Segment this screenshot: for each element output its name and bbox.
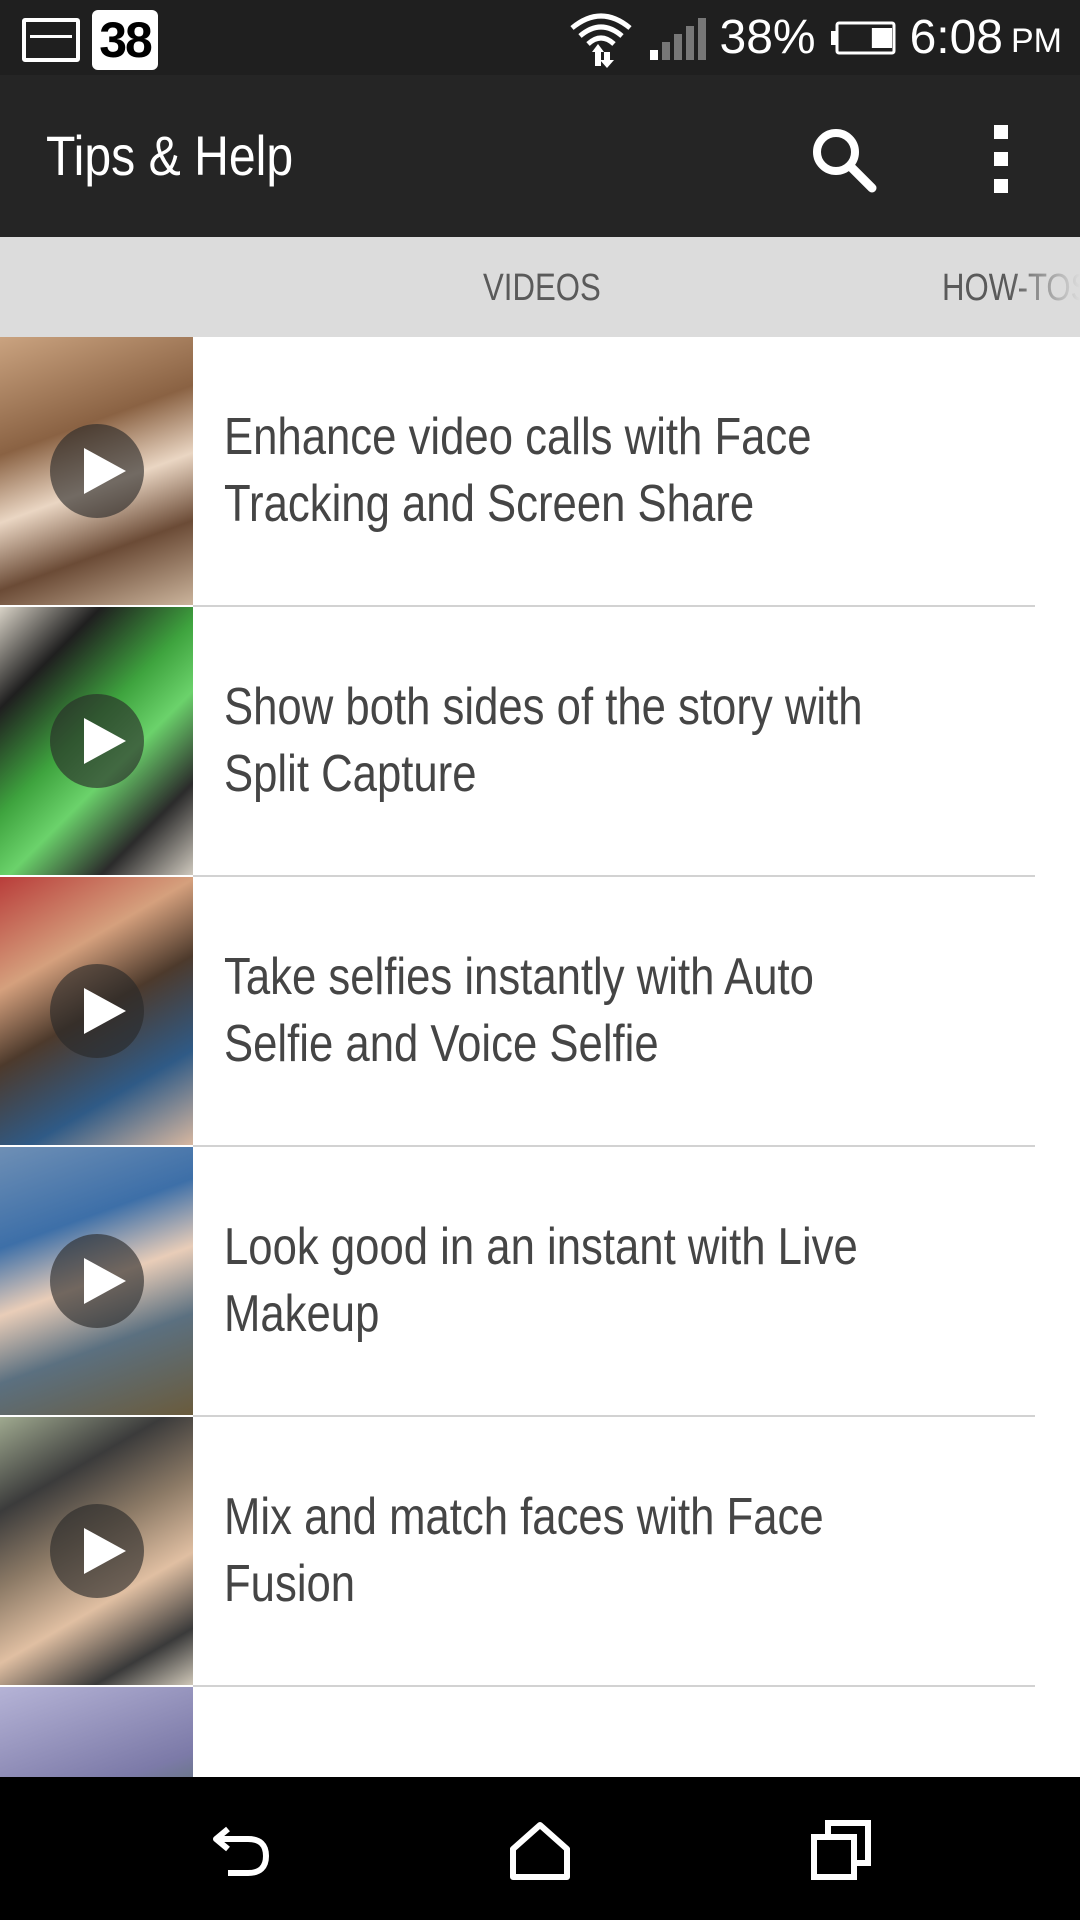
tab-fade xyxy=(1010,237,1080,337)
video-thumbnail xyxy=(0,1147,193,1415)
wifi-icon xyxy=(569,13,632,68)
video-thumbnail xyxy=(0,877,193,1145)
list-item[interactable]: Look good in an instant with Live Makeup xyxy=(0,1147,1080,1417)
play-icon xyxy=(50,964,144,1058)
video-title: Show both sides of the story with Split … xyxy=(224,678,863,803)
back-icon[interactable] xyxy=(206,1815,276,1885)
clock-ampm: PM xyxy=(1011,22,1062,60)
system-status: 38% 6:08 PM xyxy=(568,0,1062,75)
status-bar: 38 38% 6:08 PM xyxy=(0,0,1080,75)
search-icon[interactable] xyxy=(808,124,878,194)
video-list: Enhance video calls with Face Tracking a… xyxy=(0,337,1080,1777)
video-thumbnail xyxy=(0,1687,193,1777)
overflow-menu-icon[interactable] xyxy=(986,123,1016,195)
recents-icon[interactable] xyxy=(806,1815,876,1885)
home-icon[interactable] xyxy=(505,1815,575,1885)
clock: 6:08 xyxy=(909,11,1003,64)
signal-icon xyxy=(649,17,706,60)
navigation-bar xyxy=(0,1777,1080,1920)
video-title: Enhance video calls with Face Tracking a… xyxy=(224,408,812,533)
calendar-icon: 38 xyxy=(92,10,158,70)
notification-icons: 38 xyxy=(22,10,158,70)
play-icon xyxy=(50,1234,144,1328)
image-icon xyxy=(22,18,80,62)
action-bar: Tips & Help xyxy=(0,75,1080,237)
play-icon xyxy=(50,1504,144,1598)
page-title: Tips & Help xyxy=(46,124,294,187)
video-thumbnail xyxy=(0,337,193,605)
battery-icon xyxy=(830,21,896,54)
list-item[interactable]: Enhance video calls with Face Tracking a… xyxy=(0,337,1080,607)
video-title xyxy=(224,1687,1044,1777)
tab-videos[interactable]: VIDEOS xyxy=(483,237,601,337)
play-icon xyxy=(50,694,144,788)
video-title: Look good in an instant with Live Makeup xyxy=(224,1218,858,1343)
list-item[interactable] xyxy=(0,1687,1080,1777)
battery-percent: 38% xyxy=(719,11,816,64)
list-item[interactable]: Mix and match faces with Face Fusion xyxy=(0,1417,1080,1687)
video-thumbnail xyxy=(0,1417,193,1685)
list-item[interactable]: Take selfies instantly with Auto Selfie … xyxy=(0,877,1080,1147)
video-title: Take selfies instantly with Auto Selfie … xyxy=(224,948,814,1073)
play-icon xyxy=(50,424,144,518)
list-item[interactable]: Show both sides of the story with Split … xyxy=(0,607,1080,877)
video-thumbnail xyxy=(0,607,193,875)
video-title: Mix and match faces with Face Fusion xyxy=(224,1488,824,1613)
tab-bar: VIDEOS HOW-TOS xyxy=(0,237,1080,337)
